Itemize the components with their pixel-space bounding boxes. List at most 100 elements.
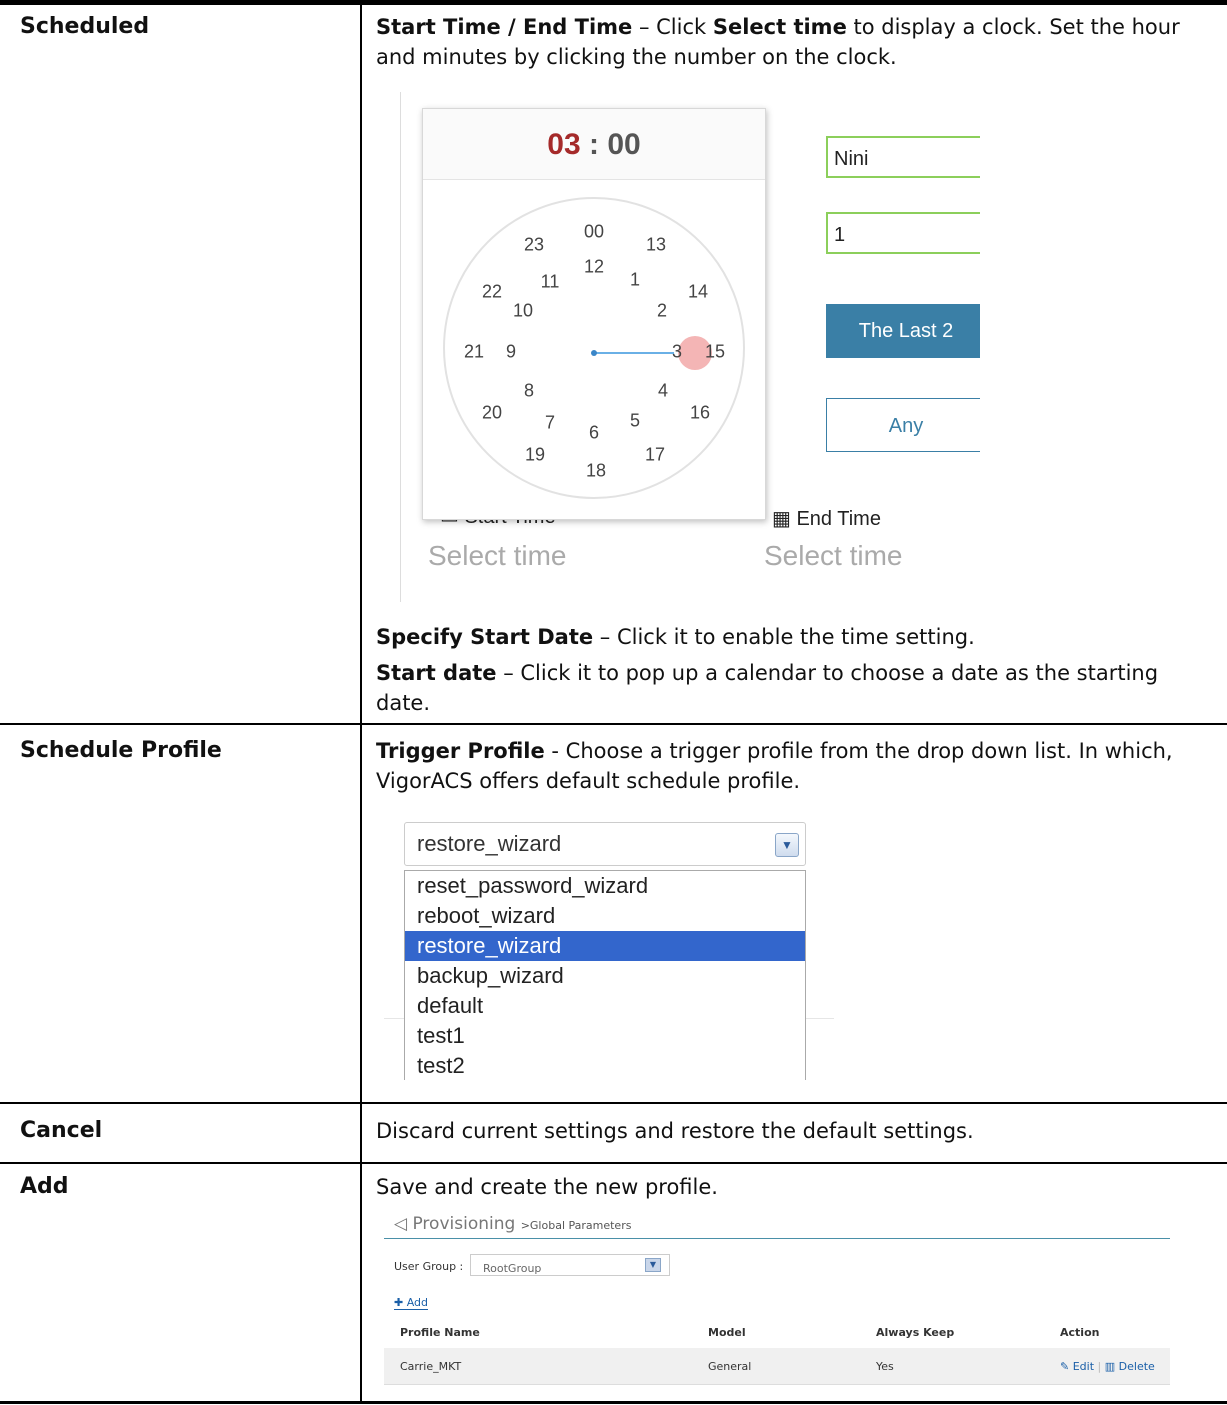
clock-number[interactable]: 19: [525, 445, 545, 466]
clock-face[interactable]: 00 13 12 1 23 11 14 2 22 10 21 9 3 15 8 4 20 16 7 5 6 19 17 18: [443, 197, 745, 499]
column-divider: [360, 5, 362, 1401]
clock-number[interactable]: 15: [705, 342, 725, 363]
provisioning-title: ◁ Provisioning >Global Parameters: [394, 1214, 631, 1234]
clock-hour[interactable]: 03: [547, 128, 580, 161]
dropdown-option[interactable]: reboot_wizard: [405, 901, 805, 931]
clock-number[interactable]: 22: [482, 282, 502, 303]
clock-number[interactable]: 7: [545, 413, 555, 434]
megaphone-icon: ◁: [394, 1214, 413, 1234]
clock-number[interactable]: 6: [589, 423, 599, 444]
row-divider: [0, 723, 1227, 725]
pencil-icon: ✎: [1060, 1360, 1070, 1373]
clock-number[interactable]: 8: [524, 381, 534, 402]
dropdown-screenshot: restore_wizard ▼ reset_password_wizard re…: [384, 818, 834, 1080]
cell-profile-name: Carrie_MKT: [400, 1360, 462, 1373]
clock-number[interactable]: 12: [584, 257, 604, 278]
clock-number[interactable]: 00: [584, 222, 604, 243]
desc-specify-start-date: Specify Start Date – Click it to enable …: [376, 622, 1206, 652]
col-always-keep: Always Keep: [876, 1326, 955, 1339]
clock-number[interactable]: 2: [657, 301, 667, 322]
name-field[interactable]: Nini: [826, 136, 980, 178]
clock-number[interactable]: 10: [513, 301, 533, 322]
row-label-schedule-profile: Schedule Profile: [20, 738, 222, 763]
term: Trigger Profile: [376, 739, 545, 763]
term: Specify Start Date: [376, 625, 594, 649]
clock-number[interactable]: 17: [645, 445, 665, 466]
clock-number[interactable]: 11: [541, 272, 560, 293]
end-select-time[interactable]: Select time: [764, 540, 903, 572]
chevron-down-icon[interactable]: ▼: [645, 1258, 661, 1272]
the-last-button[interactable]: The Last 2: [826, 304, 980, 358]
clock-number[interactable]: 4: [658, 381, 668, 402]
table-row: Carrie_MKT General Yes ✎ Edit | ▥ Delete: [384, 1348, 1170, 1385]
clock-number[interactable]: 20: [482, 403, 502, 424]
term: Start date: [376, 661, 497, 685]
dropdown-options: reset_password_wizard reboot_wizard restor…: [404, 870, 806, 1080]
clock-number[interactable]: 1: [630, 270, 640, 291]
divider: [384, 1238, 1170, 1239]
desc-trigger-profile: Trigger Profile - Choose a trigger profi…: [376, 736, 1206, 796]
dropdown-option[interactable]: test1: [405, 1021, 805, 1051]
row-divider: [0, 1102, 1227, 1104]
number-field[interactable]: 1: [826, 212, 980, 254]
clock-number[interactable]: 18: [586, 461, 606, 482]
clock-number[interactable]: 3: [672, 342, 682, 363]
user-group-value: RootGroup: [483, 1262, 542, 1275]
desc-start-end-time: Start Time / End Time – Click Select tim…: [376, 12, 1206, 72]
term: Start Time / End Time: [376, 15, 633, 39]
clock-colon: :: [589, 128, 599, 161]
separator: |: [1097, 1360, 1102, 1373]
cell-model: General: [708, 1360, 752, 1373]
clock-number[interactable]: 23: [524, 235, 544, 256]
trash-icon: ▥: [1104, 1360, 1116, 1373]
document-table: Scheduled Start Time / End Time – Click …: [0, 0, 1227, 1405]
calendar-icon: ▦: [772, 508, 797, 530]
row-divider: [0, 1162, 1227, 1164]
text: – Click: [632, 15, 713, 39]
dropdown-option[interactable]: reset_password_wizard: [405, 871, 805, 901]
title-text: Provisioning: [412, 1214, 516, 1234]
dropdown-option[interactable]: test2: [405, 1051, 805, 1080]
desc-start-date: Start date – Click it to pop up a calend…: [376, 658, 1206, 718]
clock-number[interactable]: 13: [646, 235, 666, 256]
table-bottom-border: [0, 1401, 1227, 1404]
cell-always-keep: Yes: [876, 1360, 894, 1373]
selected-value: restore_wizard: [417, 831, 562, 856]
chevron-down-icon[interactable]: ▼: [775, 833, 799, 857]
user-group-label: User Group :: [394, 1260, 464, 1273]
end-time-label-text: End Time: [796, 508, 881, 530]
edit-link[interactable]: ✎ Edit: [1060, 1360, 1094, 1373]
breadcrumb: >Global Parameters: [520, 1219, 632, 1232]
delete-link[interactable]: ▥ Delete: [1105, 1360, 1155, 1373]
col-model: Model: [708, 1326, 746, 1339]
row-label-scheduled: Scheduled: [20, 14, 150, 39]
clock-number[interactable]: 16: [690, 403, 710, 424]
dropdown-option[interactable]: backup_wizard: [405, 961, 805, 991]
desc-cancel: Discard current settings and restore the…: [376, 1119, 974, 1143]
clock-minute[interactable]: 00: [607, 128, 640, 161]
row-actions: ✎ Edit | ▥ Delete: [1060, 1360, 1155, 1373]
clock-number[interactable]: 9: [506, 342, 516, 363]
clock-popup: 03 : 00 00 13 12 1 23 11 14 2 22 10 21 9 3 15 8 4 20 16 7 5…: [422, 108, 766, 520]
dropdown-option[interactable]: default: [405, 991, 805, 1021]
trigger-profile-select[interactable]: restore_wizard ▼: [404, 822, 806, 866]
clock-hand: [594, 352, 674, 354]
clock-number[interactable]: 14: [688, 282, 708, 303]
clock-number[interactable]: 21: [464, 342, 484, 363]
table-top-border: [0, 0, 1227, 5]
col-action: Action: [1060, 1326, 1100, 1339]
clock-number[interactable]: 5: [630, 411, 640, 432]
any-button[interactable]: Any: [826, 398, 980, 452]
plus-icon: ✚: [394, 1296, 407, 1309]
add-label: Add: [406, 1296, 429, 1309]
desc-add: Save and create the new profile.: [376, 1175, 718, 1199]
row-label-cancel: Cancel: [20, 1118, 103, 1143]
user-group-select[interactable]: RootGroup ▼: [470, 1254, 670, 1276]
add-button[interactable]: ✚ Add: [394, 1296, 429, 1310]
clock-center: [591, 350, 597, 356]
clock-screenshot: 03 : 00 00 13 12 1 23 11 14 2 22 10 21 9 3 15 8 4 20 16 7 5…: [400, 92, 980, 602]
start-select-time[interactable]: Select time: [428, 540, 567, 572]
provisioning-screenshot: ◁ Provisioning >Global Parameters User G…: [384, 1210, 1174, 1390]
dropdown-option[interactable]: restore_wizard: [405, 931, 805, 961]
row-label-add: Add: [20, 1174, 69, 1199]
